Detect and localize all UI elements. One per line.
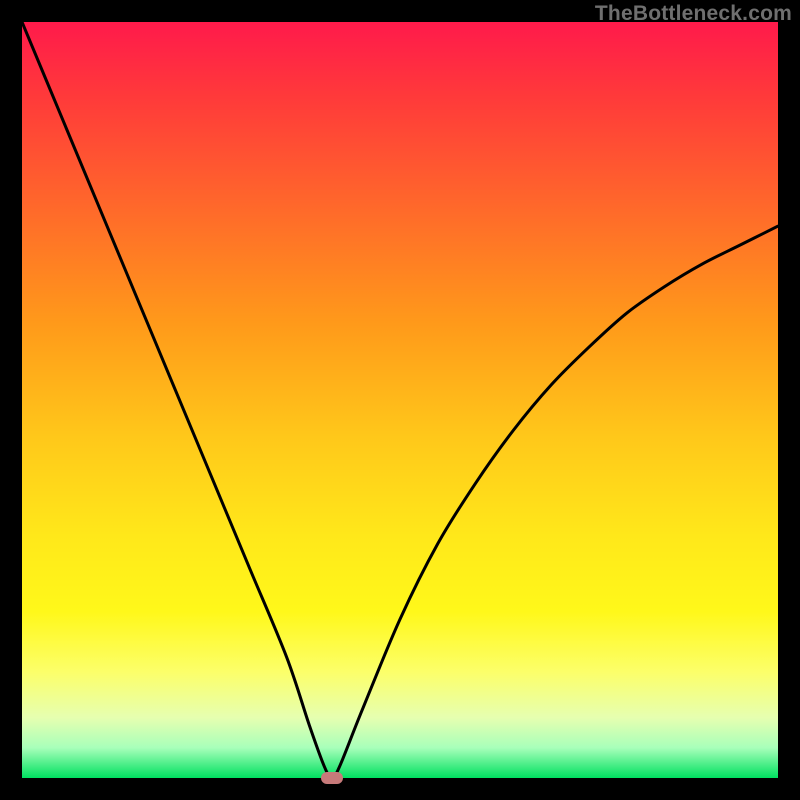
- chart-frame: TheBottleneck.com: [0, 0, 800, 800]
- bottleneck-curve: [22, 22, 778, 778]
- curve-svg: [22, 22, 778, 778]
- optimum-marker: [321, 772, 343, 784]
- plot-area: [22, 22, 778, 778]
